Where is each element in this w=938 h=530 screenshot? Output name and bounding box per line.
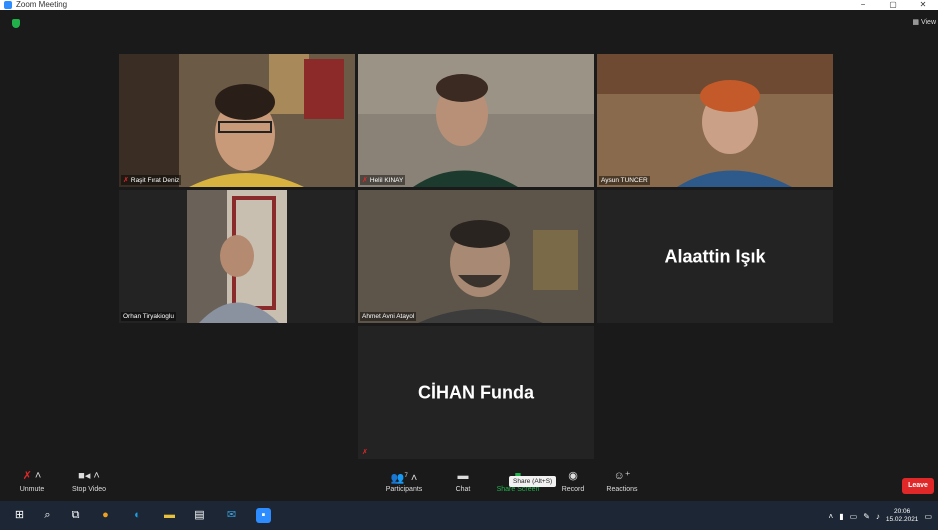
network-icon[interactable]: ▭: [850, 512, 858, 521]
participant-name-display: Alaattin Işık: [664, 246, 766, 266]
window-title: Zoom Meeting: [16, 0, 68, 9]
clock-date: 15.02.2021: [885, 516, 919, 523]
meeting-toolbar: ✗ ˄ Unmute ■◂ ˄ Stop Video 👥7 ˄ Particip…: [0, 467, 938, 501]
video-off-tile[interactable]: Alaattin Işık: [597, 190, 833, 323]
usb-icon[interactable]: ▮: [839, 512, 843, 521]
window-controls: − ▢ ✕: [848, 0, 938, 10]
file-explorer-icon[interactable]: ▬: [162, 508, 177, 523]
video-tile[interactable]: Aysun TUNCER: [597, 54, 833, 187]
zoom-taskbar-icon[interactable]: ▪: [256, 508, 271, 523]
encryption-shield-icon[interactable]: [12, 19, 20, 28]
search-icon[interactable]: ⌕: [40, 508, 55, 523]
muted-mic-icon: ✗: [362, 449, 368, 456]
participant-name-label: ✗ Raşit Fırat Deniz: [121, 175, 182, 185]
unmute-button[interactable]: ✗ ˄ Unmute: [14, 469, 50, 493]
muted-mic-icon: ✗: [362, 177, 368, 184]
clock-time: 20:06: [894, 508, 911, 515]
close-button[interactable]: ✕: [908, 0, 938, 10]
chat-button[interactable]: ▬ Chat: [450, 469, 476, 493]
share-tooltip: Share (Alt+S): [509, 476, 557, 487]
participant-video: [597, 54, 833, 187]
view-label: View: [920, 19, 936, 26]
store-icon[interactable]: ▤: [192, 508, 207, 523]
participant-video: [358, 190, 594, 323]
pen-icon[interactable]: ✎: [863, 512, 870, 521]
system-clock[interactable]: 20:06 15.02.2021: [886, 508, 919, 524]
task-view-icon[interactable]: ⧉: [68, 508, 83, 523]
system-tray: ˄ ▮ ▭ ✎ ♪ 20:06 15.02.2021 ▭: [829, 505, 932, 527]
muted-mic-icon: ✗: [123, 177, 129, 184]
stop-video-button[interactable]: ■◂ ˄ Stop Video: [66, 469, 112, 493]
video-tile[interactable]: Orhan Tiryakioglu: [119, 190, 355, 323]
participant-name-label: Orhan Tiryakioglu: [121, 312, 176, 321]
reactions-button[interactable]: ☺⁺ Reactions: [602, 469, 642, 493]
video-tile[interactable]: ✗ Helil KINAY: [358, 54, 594, 187]
record-button[interactable]: ◉ Record: [556, 469, 590, 493]
participant-name-label: ✗ Helil KINAY: [360, 175, 406, 185]
participant-name-label: Aysun TUNCER: [599, 176, 650, 185]
reactions-icon: ☺⁺: [613, 470, 631, 482]
participant-name-display: CİHAN Funda: [418, 382, 534, 402]
participant-name-label: ✗: [360, 447, 370, 457]
participant-video: [119, 54, 355, 187]
volume-icon[interactable]: ♪: [876, 512, 880, 521]
participant-name: Helil KINAY: [369, 176, 404, 184]
record-icon: ◉: [568, 470, 578, 482]
window-titlebar: Zoom Meeting − ▢ ✕: [0, 0, 938, 10]
participants-icon: 👥7 ˄: [390, 472, 418, 485]
video-camera-icon: ■◂ ˄: [78, 470, 100, 482]
participant-name: Orhan Tiryakioglu: [123, 313, 174, 320]
participant-video: [119, 190, 355, 323]
participant-name: Ahmet Avni Atayol: [362, 313, 415, 320]
notifications-icon[interactable]: ▭: [924, 512, 932, 521]
participants-button[interactable]: 👥7 ˄ Participants: [374, 469, 434, 493]
video-tile-active-speaker[interactable]: Ahmet Avni Atayol: [358, 190, 594, 323]
chrome-icon[interactable]: ●: [98, 508, 113, 523]
participant-name: Raşit Fırat Deniz: [130, 176, 180, 184]
windows-taskbar: ⊞ ⌕ ⧉ ● ◐ ▬ ▤ ✉ ▪ ˄ ▮ ▭ ✎ ♪ 20:06 15.02.…: [0, 501, 938, 530]
participant-name: Aysun TUNCER: [601, 177, 648, 184]
minimize-button[interactable]: −: [848, 0, 878, 10]
zoom-app-icon: [4, 1, 12, 9]
video-off-tile[interactable]: CİHAN Funda ✗: [358, 326, 594, 459]
microphone-muted-icon: ✗ ˄: [22, 470, 42, 482]
participant-video: [358, 54, 594, 187]
leave-button[interactable]: Leave: [902, 478, 934, 494]
view-button[interactable]: ▦ View: [912, 18, 936, 26]
participant-name-label: Ahmet Avni Atayol: [360, 312, 417, 321]
chat-bubble-icon: ▬: [457, 470, 469, 482]
video-tile[interactable]: ✗ Raşit Fırat Deniz: [119, 54, 355, 187]
tray-expand-icon[interactable]: ˄: [829, 512, 834, 521]
edge-icon[interactable]: ◐: [130, 508, 145, 523]
participants-count: 7: [404, 473, 408, 479]
meeting-stage: ▦ View ✗ Raşit Fırat Deniz ✗ Helil KINAY…: [0, 10, 938, 467]
maximize-button[interactable]: ▢: [878, 0, 908, 10]
windows-start-icon[interactable]: ⊞: [12, 508, 27, 523]
mail-icon[interactable]: ✉: [224, 508, 239, 523]
